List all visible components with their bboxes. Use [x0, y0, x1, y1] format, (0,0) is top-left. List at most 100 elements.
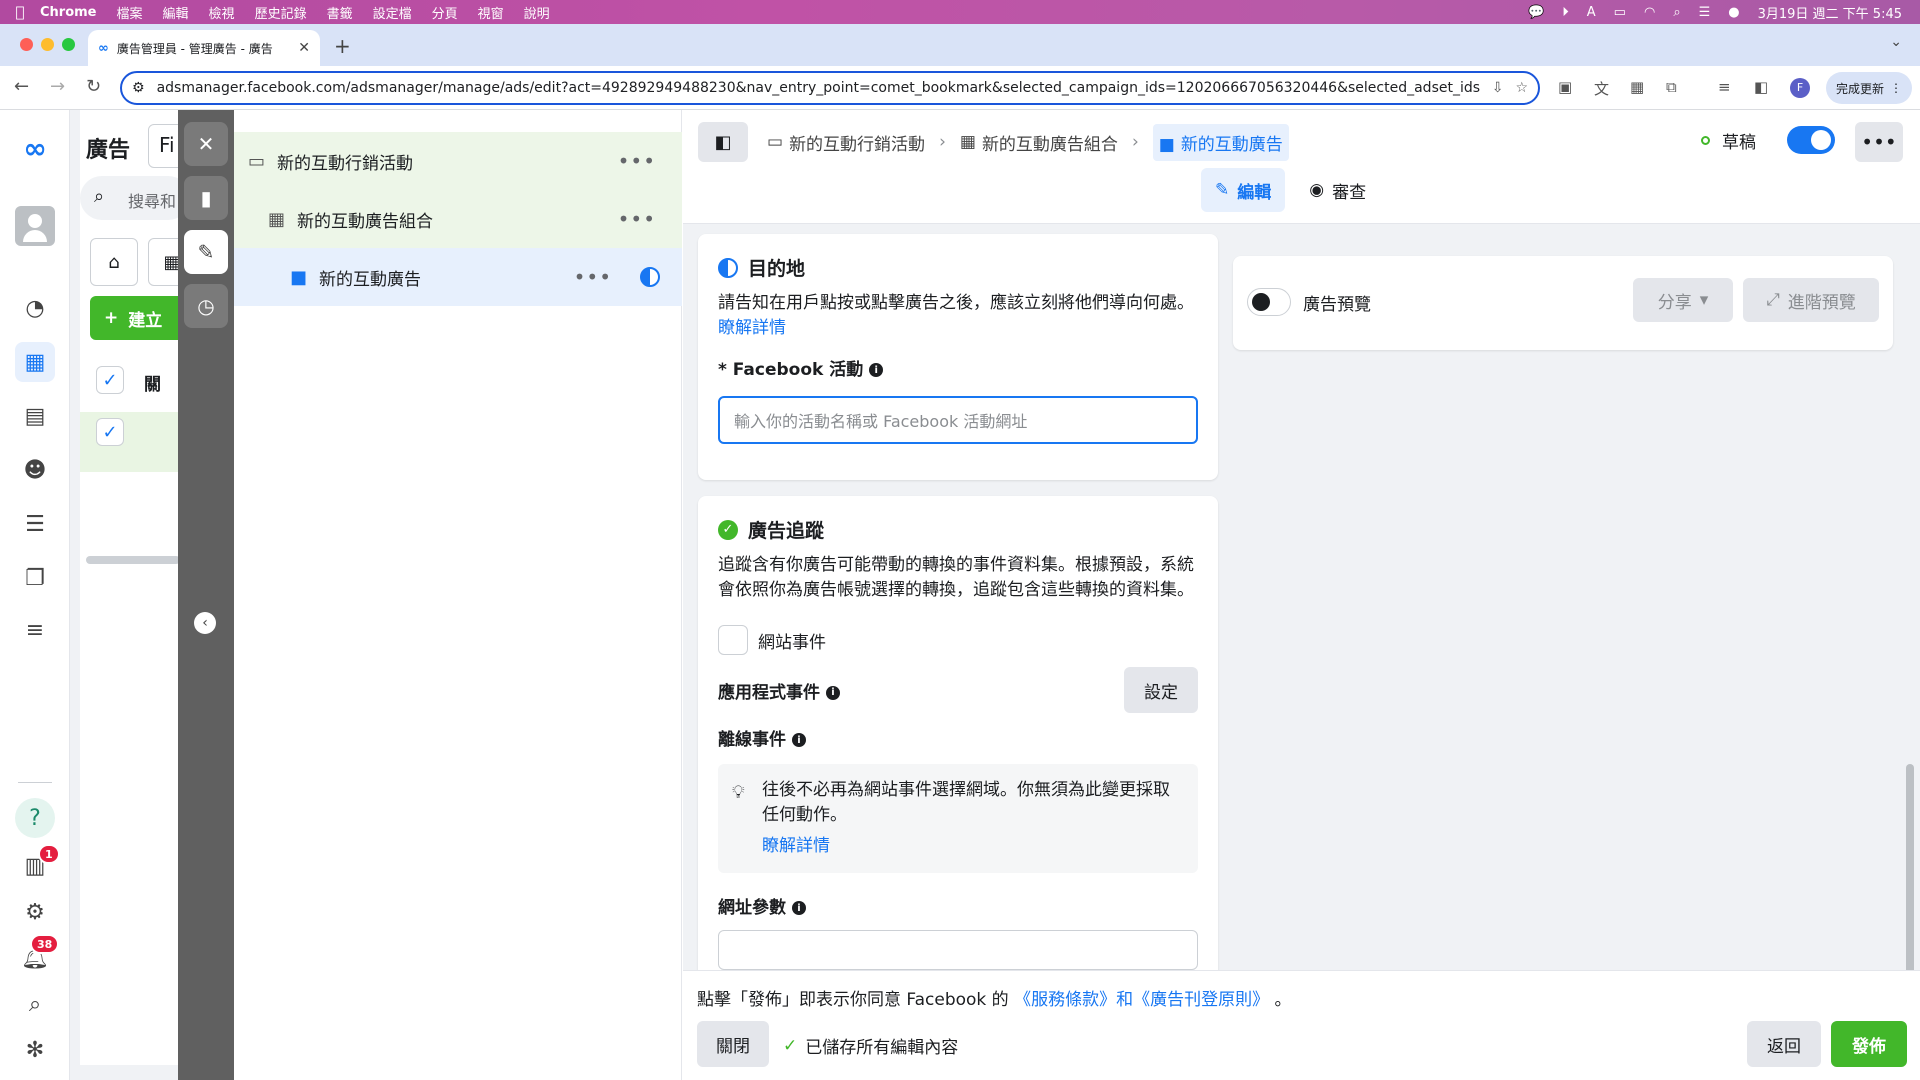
info-icon[interactable]: i [792, 901, 806, 915]
install-app-icon[interactable]: ⇩ [1492, 80, 1504, 96]
close-tab-icon[interactable]: ✕ [298, 40, 310, 56]
toggle-sidebar-icon[interactable]: ◧ [698, 122, 748, 162]
reading-list-icon[interactable]: ≡ [1718, 78, 1731, 96]
folder-view-icon[interactable]: ⌂ [90, 238, 138, 286]
new-tab-button[interactable]: + [334, 34, 351, 58]
bug-report-icon[interactable]: ✻ [15, 1030, 55, 1070]
menu-file[interactable]: 檔案 [117, 3, 143, 22]
horizontal-scrollbar[interactable] [86, 556, 180, 564]
site-info-icon[interactable]: ⚙ [132, 80, 145, 96]
translate-extension-icon[interactable]: 文 [1594, 78, 1609, 99]
wifi-icon[interactable]: ◠ [1644, 5, 1655, 20]
menu-view[interactable]: 檢視 [209, 3, 235, 22]
meta-logo-icon[interactable]: ∞ [15, 128, 55, 168]
browser-tab[interactable]: ∞ 廣告管理員 - 管理廣告 - 廣告 ✕ [88, 30, 320, 66]
close-window-button[interactable] [20, 38, 33, 51]
tab-review[interactable]: ◉ 審查 [1295, 168, 1380, 212]
play-icon[interactable]: ⏵ [1562, 5, 1569, 20]
close-editor-icon[interactable]: ✕ [184, 122, 228, 166]
campaign-more-icon[interactable]: ••• [618, 149, 656, 173]
menu-window[interactable]: 視窗 [478, 3, 504, 22]
menu-bookmarks[interactable]: 書籤 [327, 3, 353, 22]
search-icon[interactable]: ⌕ [1673, 5, 1680, 20]
vertical-scrollbar[interactable] [1906, 764, 1914, 970]
extension-1-icon[interactable]: ▣ [1558, 78, 1572, 96]
tree-item-ad[interactable]: ■ 新的互動廣告 ••• [234, 248, 682, 306]
control-center-icon[interactable]: ☰ [1699, 5, 1711, 20]
crumb-campaign[interactable]: 新的互動行銷活動 [789, 130, 925, 155]
zoom-window-button[interactable] [62, 38, 75, 51]
url-text[interactable]: adsmanager.facebook.com/adsmanager/manag… [157, 80, 1480, 96]
back-button[interactable]: 返回 [1747, 1021, 1821, 1067]
campaigns-table-icon[interactable]: ▦ [15, 342, 55, 382]
destination-learn-more-link[interactable]: 瞭解詳情 [718, 318, 786, 338]
billing-icon[interactable]: ☰ [15, 504, 55, 544]
forward-arrow-icon[interactable]: → [50, 76, 65, 97]
media-library-icon[interactable]: ❐ [15, 558, 55, 598]
profile-avatar[interactable]: F [1790, 78, 1810, 98]
share-button[interactable]: 分享 ▾ [1633, 278, 1733, 322]
ad-on-off-toggle[interactable] [1787, 126, 1835, 154]
back-arrow-icon[interactable]: ← [14, 76, 29, 97]
input-method-icon[interactable]: A [1587, 5, 1596, 20]
table-row[interactable] [80, 412, 180, 472]
side-panel-icon[interactable]: ◧ [1754, 78, 1768, 96]
search-icon[interactable]: ⌕ [15, 984, 55, 1024]
info-icon[interactable]: i [792, 733, 806, 747]
stats-chart-icon[interactable]: ▮ [184, 176, 228, 220]
website-events-checkbox[interactable] [718, 625, 748, 655]
advanced-preview-button[interactable]: ⤢ 進階預覽 [1743, 278, 1879, 322]
terms-link[interactable]: 《服務條款》和《廣告刊登原則》 [1014, 990, 1269, 1010]
account-avatar[interactable] [15, 206, 55, 246]
bookmark-star-icon[interactable]: ☆ [1515, 80, 1528, 96]
apple-icon[interactable]:  [0, 3, 40, 21]
minimize-window-button[interactable] [41, 38, 54, 51]
close-button[interactable]: 關閉 [697, 1021, 769, 1067]
reload-icon[interactable]: ↻ [86, 76, 101, 97]
siri-icon[interactable]: ● [1728, 5, 1739, 20]
menu-help[interactable]: 說明 [524, 3, 550, 22]
adset-more-icon[interactable]: ••• [618, 207, 656, 231]
menu-chrome[interactable]: Chrome [40, 5, 97, 20]
menu-tab[interactable]: 分頁 [432, 3, 458, 22]
tip-learn-more-link[interactable]: 瞭解詳情 [762, 834, 1184, 859]
crumb-ad[interactable]: ■ 新的互動廣告 [1152, 123, 1289, 161]
history-clock-icon[interactable]: ◷ [184, 284, 228, 328]
info-icon[interactable]: i [826, 685, 840, 700]
update-chrome-button[interactable]: 完成更新 ⋮ [1826, 72, 1912, 104]
crumb-adset[interactable]: 新的互動廣告組合 [982, 130, 1118, 155]
edit-pencil-icon[interactable]: ✎ [184, 230, 228, 274]
menu-history[interactable]: 歷史記錄 [255, 3, 307, 22]
tab-edit[interactable]: ✎ 編輯 [1201, 168, 1286, 212]
audiences-icon[interactable]: ☻ [15, 450, 55, 490]
ad-preview-toggle[interactable] [1247, 288, 1291, 316]
collapse-chevron-icon[interactable]: ‹ [194, 612, 216, 634]
settings-gear-icon[interactable]: ⚙ [15, 892, 55, 932]
search-input[interactable]: ⌕ 搜尋和 [80, 176, 190, 220]
setup-button[interactable]: 設定 [1124, 667, 1198, 713]
tab-search-chevron-icon[interactable]: ⌄ [1890, 34, 1902, 50]
extension-3-icon[interactable]: ▦ [1630, 78, 1644, 96]
ad-more-icon[interactable]: ••• [574, 265, 612, 289]
tree-item-adset[interactable]: ▦ 新的互動廣告組合 ••• [234, 190, 682, 248]
ad-square-icon: ■ [1158, 134, 1175, 155]
all-tools-menu-icon[interactable]: ≡ [15, 610, 55, 650]
more-options-icon[interactable]: ••• [1855, 122, 1903, 162]
extensions-puzzle-icon[interactable]: ⧉ [1666, 78, 1677, 96]
chat-icon[interactable]: 💬 [1528, 5, 1544, 20]
battery-icon[interactable]: ▭ [1614, 5, 1626, 20]
url-params-input[interactable] [718, 930, 1198, 970]
info-icon[interactable]: i [869, 363, 884, 377]
facebook-event-input[interactable]: 輸入你的活動名稱或 Facebook 活動網址 [718, 396, 1198, 444]
menubar-clock[interactable]: 3月19日 週二 下午 5:45 [1758, 3, 1902, 22]
select-all-checkbox[interactable]: ✓ [96, 366, 124, 394]
menu-profiles[interactable]: 設定檔 [373, 3, 412, 22]
menu-edit[interactable]: 編輯 [163, 3, 189, 22]
address-bar[interactable]: ⚙ adsmanager.facebook.com/adsmanager/man… [120, 71, 1540, 105]
publish-button[interactable]: 發佈 [1831, 1021, 1907, 1067]
help-icon[interactable]: ? [15, 798, 55, 838]
dashboard-gauge-icon[interactable]: ◔ [15, 288, 55, 328]
tree-item-campaign[interactable]: ▭ 新的互動行銷活動 ••• [234, 132, 682, 190]
reports-icon[interactable]: ▤ [15, 396, 55, 436]
row-checkbox[interactable]: ✓ [96, 418, 124, 446]
